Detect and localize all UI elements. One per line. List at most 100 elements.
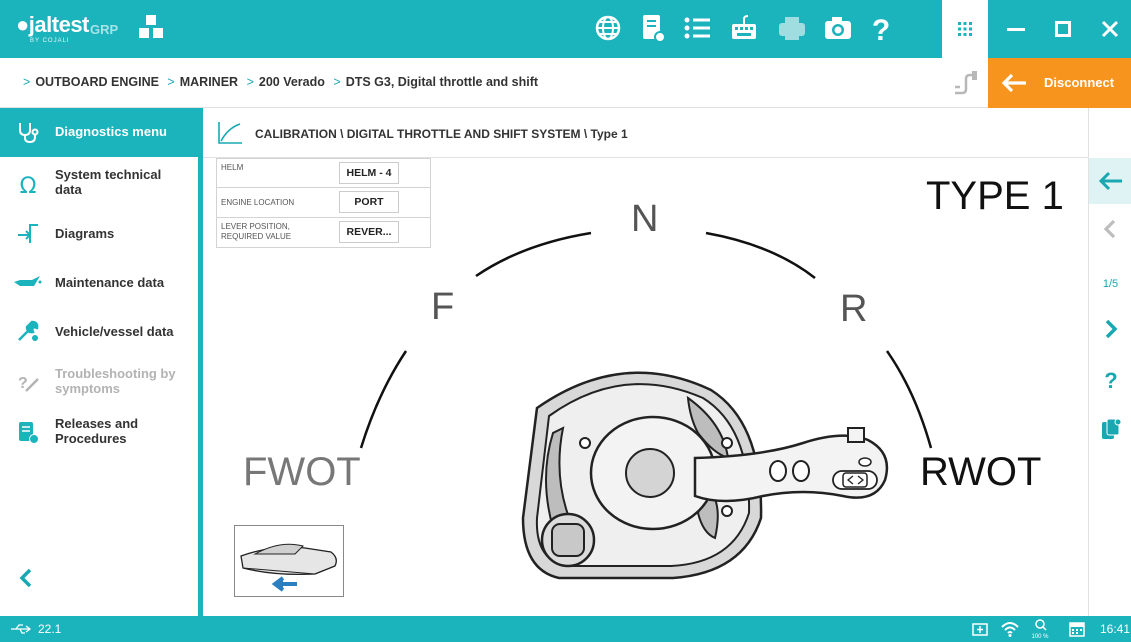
sidebar-item-diagnostics-menu[interactable]: Diagnostics menu [0,108,198,156]
page-title: CALIBRATION \ DIGITAL THROTTLE AND SHIFT… [255,127,628,141]
back-button[interactable] [1089,158,1131,204]
close-icon [1101,20,1119,38]
clock: 16:41 [1100,622,1131,636]
sidebar-item-releases-procedures[interactable]: Releases and Procedures [0,408,198,456]
breadcrumb-separator: > [333,75,341,89]
param-value: HELM - 4 [339,162,399,184]
diagram-arrow-icon [18,224,38,243]
arc-n-r [705,231,816,279]
list-icon[interactable] [683,14,711,42]
param-label: HELM [221,163,244,172]
apps-button[interactable] [942,0,988,58]
disconnect-button[interactable]: Disconnect [988,58,1131,108]
sidebar-item-maintenance-data[interactable]: Maintenance data [0,258,198,306]
sidebar-item-label: Maintenance data [55,275,165,290]
svg-text:?: ? [872,14,890,44]
top-bar: ●jaltest BY COJALI GRP ? [0,0,1131,58]
sidebar-item-label: Diagnostics menu [55,124,167,139]
oil-can-icon [14,276,42,286]
stethoscope-icon [19,123,39,144]
breadcrumb-separator: > [246,75,254,89]
main-header: CALIBRATION \ DIGITAL THROTTLE AND SHIFT… [203,108,1088,158]
svg-text:?: ? [1104,368,1117,392]
breadcrumb-separator: > [167,75,175,89]
calendar-icon [1069,622,1085,637]
boat-icon [240,543,337,592]
sidebar-item-troubleshooting: ? Troubleshooting by symptoms [0,358,198,406]
printer-icon[interactable] [777,14,807,42]
logo-dot-icon: ● [16,12,29,37]
sidebar-item-vehicle-vessel-data[interactable]: Vehicle/vessel data [0,307,198,355]
param-label: LEVER POSITION, REQUIRED VALUE [221,222,292,241]
sidebar-item-system-technical-data[interactable]: Ω System technical data [0,160,198,208]
wrench-icon [18,320,39,341]
sidebar-item-label: Vehicle/vessel data [55,324,174,339]
next-page-icon[interactable] [1089,318,1131,340]
right-navigation: 1/5 ? [1088,158,1131,616]
page-indicator: 1/5 [1102,278,1119,290]
close-button[interactable] [1086,0,1131,58]
position-label-f: F [431,286,455,328]
usb-icon [11,624,32,634]
keyboard-icon[interactable] [730,14,758,42]
minimize-button[interactable] [993,0,1039,58]
sidebar: Diagnostics menu Ω System technical data… [0,108,203,616]
arrow-left-icon [1098,171,1122,191]
globe-icon[interactable] [594,14,622,42]
breadcrumb-bar: > OUTBOARD ENGINE > MARINER >200 Verado > D… [0,58,1131,108]
position-label-rwot: RWOT [920,450,1042,494]
zoom-level: 100 % [1031,634,1049,640]
param-row-helm: HELM HELM - 4 [216,158,431,188]
boxes-icon [139,15,163,38]
position-label-n: N [631,198,659,240]
zoom-icon: 100 % [1031,619,1049,640]
maximize-icon [1055,21,1071,37]
breadcrumb-item[interactable]: MARINER [180,75,238,89]
disconnect-label: Disconnect [1044,75,1115,90]
arc-r-rwot [885,350,933,449]
grid-icon [958,22,972,36]
wifi-icon [1001,622,1019,637]
sidebar-item-label: Diagrams [55,226,115,241]
param-row-engine-location: ENGINE LOCATION PORT [216,188,431,218]
camera-icon[interactable] [823,14,853,42]
help-icon[interactable]: ? [870,14,892,44]
cable-icon [955,71,977,95]
boat-thumbnail [234,525,344,597]
sidebar-item-label: System technical data [55,167,162,197]
position-label-r: R [840,288,868,330]
version-label: 22.1 [38,622,62,636]
document-globe-icon [19,422,39,444]
calibration-curve-icon [218,122,242,144]
status-bar: 22.1 100 % 16:41 [0,616,1131,642]
battery-icon [972,623,988,636]
sidebar-item-label: Releases and Procedures [55,416,139,446]
type-title: TYPE 1 [926,174,1064,218]
sidebar-item-diagrams[interactable]: Diagrams [0,209,198,257]
breadcrumb-item[interactable]: 200 Verado [259,75,325,89]
previous-page-icon[interactable] [1089,218,1131,240]
divider [1088,108,1089,158]
logo-subtitle: BY COJALI [30,38,70,44]
sidebar-item-label: Troubleshooting by symptoms [55,366,176,396]
arc-f-n [475,231,592,278]
param-value: REVER... [339,221,399,243]
param-row-lever-position: LEVER POSITION, REQUIRED VALUE REVER... [216,218,431,248]
chevron-left-icon[interactable] [18,567,34,589]
breadcrumb-item[interactable]: DTS G3, Digital throttle and shift [346,75,538,89]
documents-icon[interactable] [1089,416,1131,442]
report-view-icon[interactable] [641,14,667,44]
throttle-lever-base [521,371,889,580]
breadcrumb-item[interactable]: OUTBOARD ENGINE [35,75,159,89]
maximize-button[interactable] [1040,0,1086,58]
help-icon[interactable]: ? [1089,366,1131,392]
parameters-table: HELM HELM - 4 ENGINE LOCATION PORT LEVER… [216,158,431,248]
svg-text:Ω: Ω [20,174,37,196]
param-label: ENGINE LOCATION [221,198,295,207]
logo-text: jaltest [28,12,90,37]
param-value: PORT [339,191,399,213]
breadcrumb-separator: > [23,75,31,89]
product-label: GRP [90,22,119,37]
troubleshoot-icon: ? [18,375,39,392]
breadcrumb: > OUTBOARD ENGINE > MARINER >200 Verado > D… [18,75,538,89]
